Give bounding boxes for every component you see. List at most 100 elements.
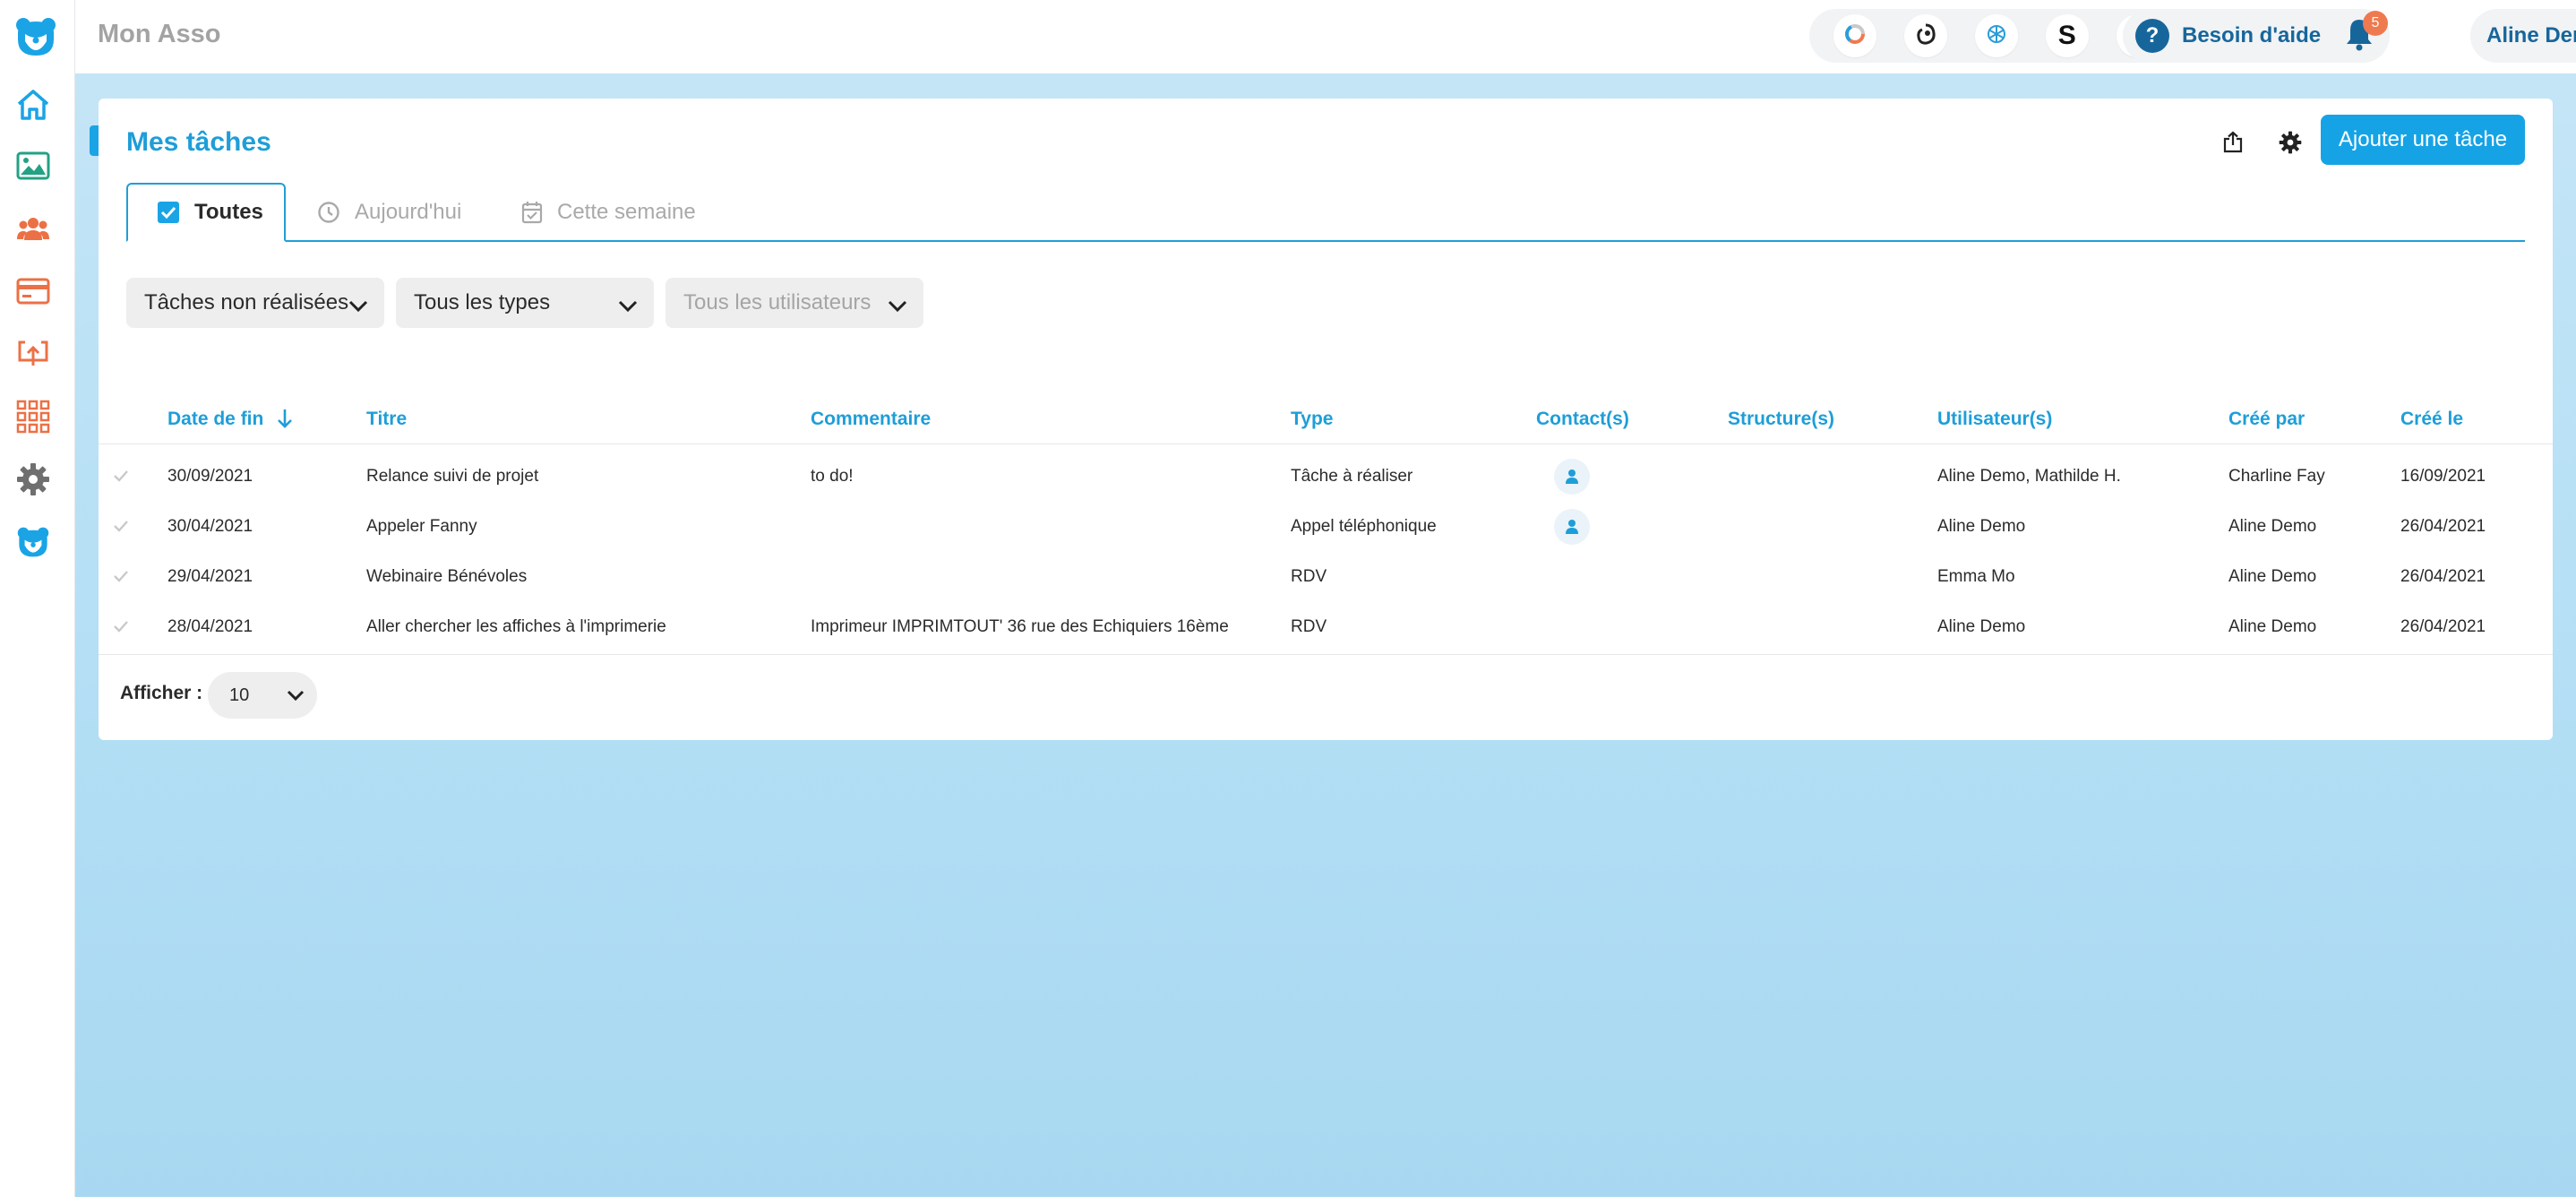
tab-this-week[interactable]: Cette semaine [521, 183, 696, 242]
complete-check-icon[interactable] [111, 516, 131, 536]
sidebar-item-dashboard[interactable] [14, 149, 52, 186]
tab-all[interactable]: Toutes [126, 183, 286, 242]
column-header-type[interactable]: Type [1291, 409, 1333, 430]
cell-comment: Imprimeur IMPRIMTOUT' 36 rue des Echiqui… [811, 617, 1229, 636]
sidebar-item-about[interactable] [14, 525, 52, 563]
cell-users: Aline Demo, Mathilde H. [1937, 467, 2121, 486]
export-button[interactable] [2211, 122, 2255, 167]
cell-title: Appeler Fanny [366, 517, 477, 536]
column-header-comment[interactable]: Commentaire [811, 409, 931, 430]
status-filter-select[interactable]: Tâches non réalisées [126, 278, 384, 328]
type-filter-value: Tous les types [414, 290, 551, 314]
column-header-structures[interactable]: Structure(s) [1728, 409, 1834, 430]
notifications-button[interactable]: 5 [2332, 9, 2388, 63]
image-card-icon [16, 151, 50, 185]
table-row[interactable]: 28/04/2021 Aller chercher les affiches à… [99, 602, 2553, 652]
chevron-down-icon [618, 294, 638, 319]
table-row[interactable]: 29/04/2021 Webinaire Bénévoles RDV Emma … [99, 552, 2553, 602]
cell-type: RDV [1291, 617, 1327, 636]
users-group-icon [16, 215, 50, 246]
cell-created-on: 26/04/2021 [2400, 617, 2486, 636]
home-icon [16, 89, 50, 125]
complete-check-icon[interactable] [111, 566, 131, 586]
clock-icon [317, 201, 340, 224]
cell-users: Aline Demo [1937, 517, 2026, 536]
integration-openai-button[interactable] [1974, 14, 2018, 57]
column-header-created-on[interactable]: Créé le [2400, 409, 2463, 430]
cell-comment: to do! [811, 467, 854, 486]
cell-created-by: Aline Demo [2228, 517, 2317, 536]
tabs-underline [126, 240, 2525, 242]
add-task-button[interactable]: Ajouter une tâche [2321, 115, 2525, 165]
sidebar-item-settings[interactable] [14, 462, 52, 500]
cell-created-by: Aline Demo [2228, 617, 2317, 636]
user-name: Aline Demo [2486, 23, 2576, 47]
page-size-select[interactable]: 10 [208, 672, 317, 719]
cell-users: Aline Demo [1937, 617, 2026, 636]
column-header-created-by[interactable]: Créé par [2228, 409, 2305, 430]
table-header: Date de fin Titre Commentaire Type Conta… [99, 394, 2553, 444]
column-label: Date de fin [167, 409, 264, 429]
cell-date: 30/04/2021 [167, 517, 253, 536]
top-header: Mon Asso S ? Besoin d'aide 5 Aline De [75, 0, 2576, 73]
sidebar-item-apps[interactable] [14, 400, 52, 437]
complete-check-icon[interactable] [111, 466, 131, 486]
cell-date: 28/04/2021 [167, 617, 253, 636]
cell-created-by: Charline Fay [2228, 467, 2325, 486]
sidebar-item-contacts[interactable] [14, 211, 52, 249]
screen-upload-icon [16, 339, 50, 374]
cell-date: 30/09/2021 [167, 467, 253, 486]
column-header-title[interactable]: Titre [366, 409, 407, 430]
integration-stripe-button[interactable]: S [2045, 14, 2089, 57]
bear-icon [16, 526, 50, 563]
arrow-down-icon [275, 407, 295, 435]
donut-chart-icon [1843, 22, 1867, 50]
sidebar-item-publish[interactable] [14, 337, 52, 375]
user-filter-select[interactable]: Tous les utilisateurs [665, 278, 923, 328]
sidebar [0, 0, 75, 1197]
grid-icon [16, 400, 50, 438]
user-menu-button[interactable]: Aline Demo [2470, 9, 2576, 63]
contact-person-icon[interactable] [1554, 459, 1590, 495]
openai-icon [1985, 22, 2008, 50]
cell-title: Aller chercher les affiches à l'imprimer… [366, 617, 666, 636]
integration-mailchimp-button[interactable] [1904, 14, 1948, 57]
credit-card-icon [16, 278, 50, 309]
contact-person-icon[interactable] [1554, 509, 1590, 545]
type-filter-select[interactable]: Tous les types [396, 278, 654, 328]
cell-type: Tâche à réaliser [1291, 467, 1413, 486]
calendar-check-icon [521, 201, 543, 224]
column-header-users[interactable]: Utilisateur(s) [1937, 409, 2052, 430]
question-icon: ? [2135, 19, 2169, 53]
sidebar-item-payments[interactable] [14, 274, 52, 312]
table-row[interactable]: 30/09/2021 Relance suivi de projet to do… [99, 452, 2553, 502]
gear-icon [16, 462, 50, 501]
tasks-card: Mes tâches Ajouter une tâche Toutes Aujo… [99, 99, 2553, 740]
sidebar-item-home[interactable] [14, 88, 52, 125]
chevron-down-icon [287, 686, 305, 707]
user-filter-placeholder: Tous les utilisateurs [683, 290, 872, 314]
cell-created-on: 26/04/2021 [2400, 567, 2486, 586]
bear-logo-icon[interactable] [14, 16, 57, 56]
cell-created-on: 26/04/2021 [2400, 517, 2486, 536]
integration-donut-button[interactable] [1833, 14, 1877, 57]
help-label: Besoin d'aide [2182, 23, 2322, 47]
tab-today[interactable]: Aujourd'hui [317, 183, 461, 242]
page-size-value: 10 [229, 685, 250, 705]
column-header-date[interactable]: Date de fin [167, 409, 292, 430]
tab-label: Toutes [194, 200, 263, 224]
table-settings-button[interactable] [2268, 122, 2313, 167]
checkbox-checked-icon [157, 201, 180, 224]
table-row[interactable]: 30/04/2021 Appeler Fanny Appel téléphoni… [99, 502, 2553, 552]
cell-created-on: 16/09/2021 [2400, 467, 2486, 486]
stripe-icon: S [2057, 21, 2076, 50]
app-title: Mon Asso [98, 20, 221, 48]
column-header-contacts[interactable]: Contact(s) [1536, 409, 1629, 430]
gear-icon [2279, 131, 2302, 159]
table-divider [99, 654, 2553, 655]
cell-users: Emma Mo [1937, 567, 2015, 586]
notification-count-badge: 5 [2363, 11, 2388, 36]
status-filter-value: Tâches non réalisées [144, 290, 349, 314]
complete-check-icon[interactable] [111, 616, 131, 636]
mailchimp-icon [1914, 22, 1937, 50]
